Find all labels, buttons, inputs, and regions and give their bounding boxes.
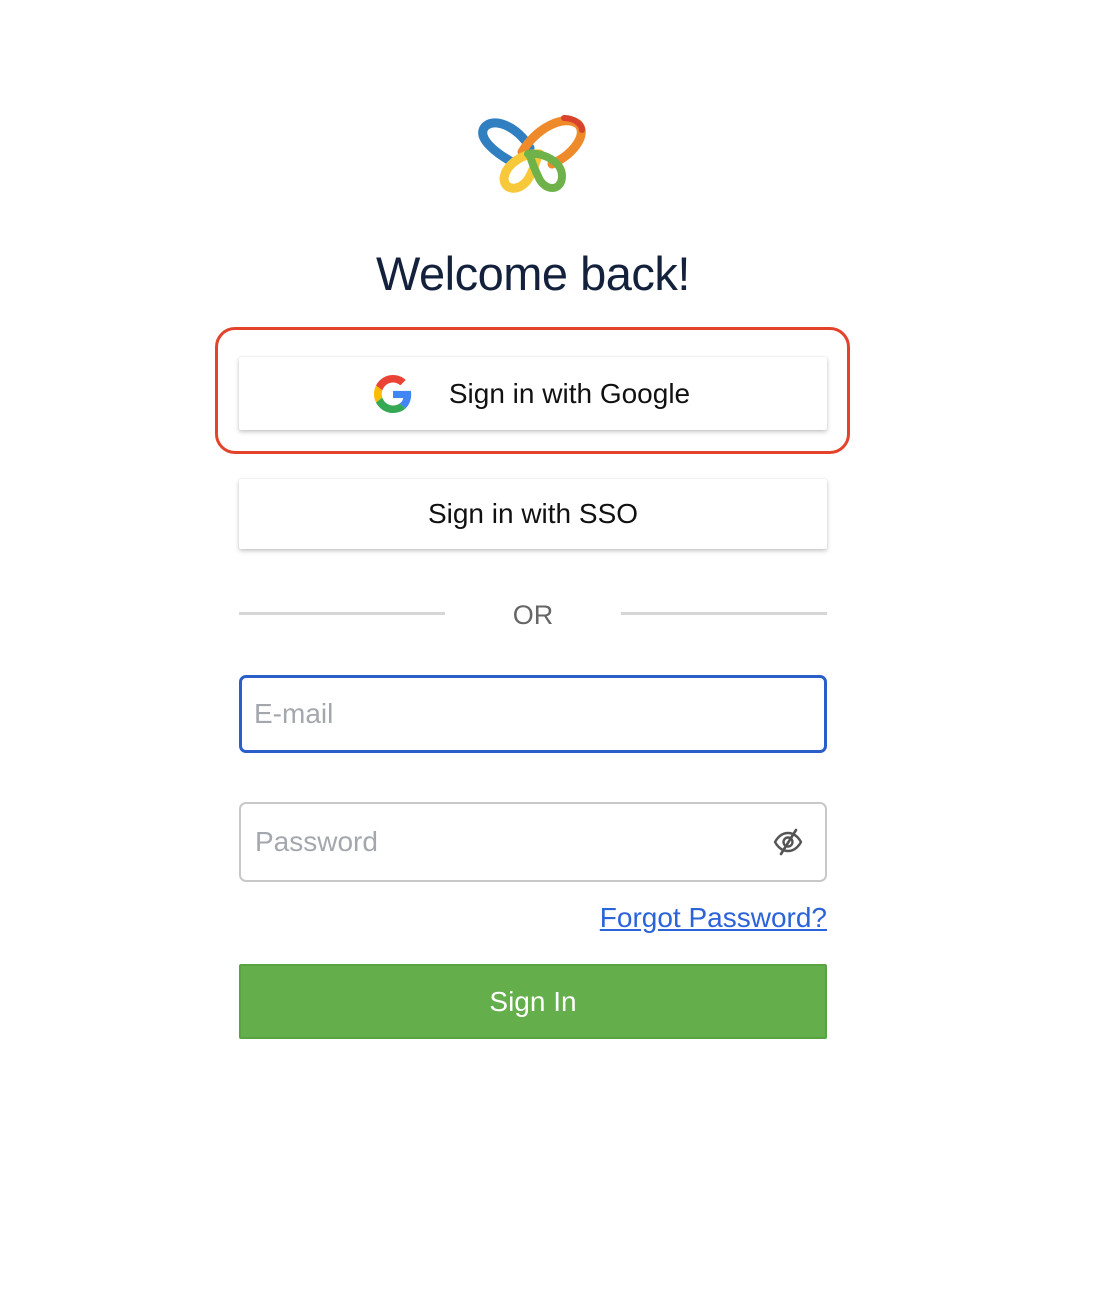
- sign-in-sso-button[interactable]: Sign in with SSO: [239, 479, 827, 549]
- divider-line-right: [621, 612, 827, 615]
- page-title: Welcome back!: [376, 247, 690, 300]
- password-field[interactable]: [239, 802, 827, 882]
- eye-slash-icon[interactable]: [772, 827, 804, 857]
- email-field[interactable]: [239, 675, 827, 753]
- divider-label: OR: [512, 600, 554, 630]
- google-button-label: Sign in with Google: [448, 377, 691, 409]
- knot-logo-icon: [478, 115, 586, 193]
- sso-button-label: Sign in with SSO: [427, 498, 639, 529]
- google-icon: [373, 374, 412, 413]
- sign-in-button[interactable]: Sign In: [239, 964, 827, 1039]
- forgot-password-link[interactable]: Forgot Password?: [600, 902, 827, 934]
- sign-in-google-button[interactable]: Sign in with Google: [239, 357, 827, 430]
